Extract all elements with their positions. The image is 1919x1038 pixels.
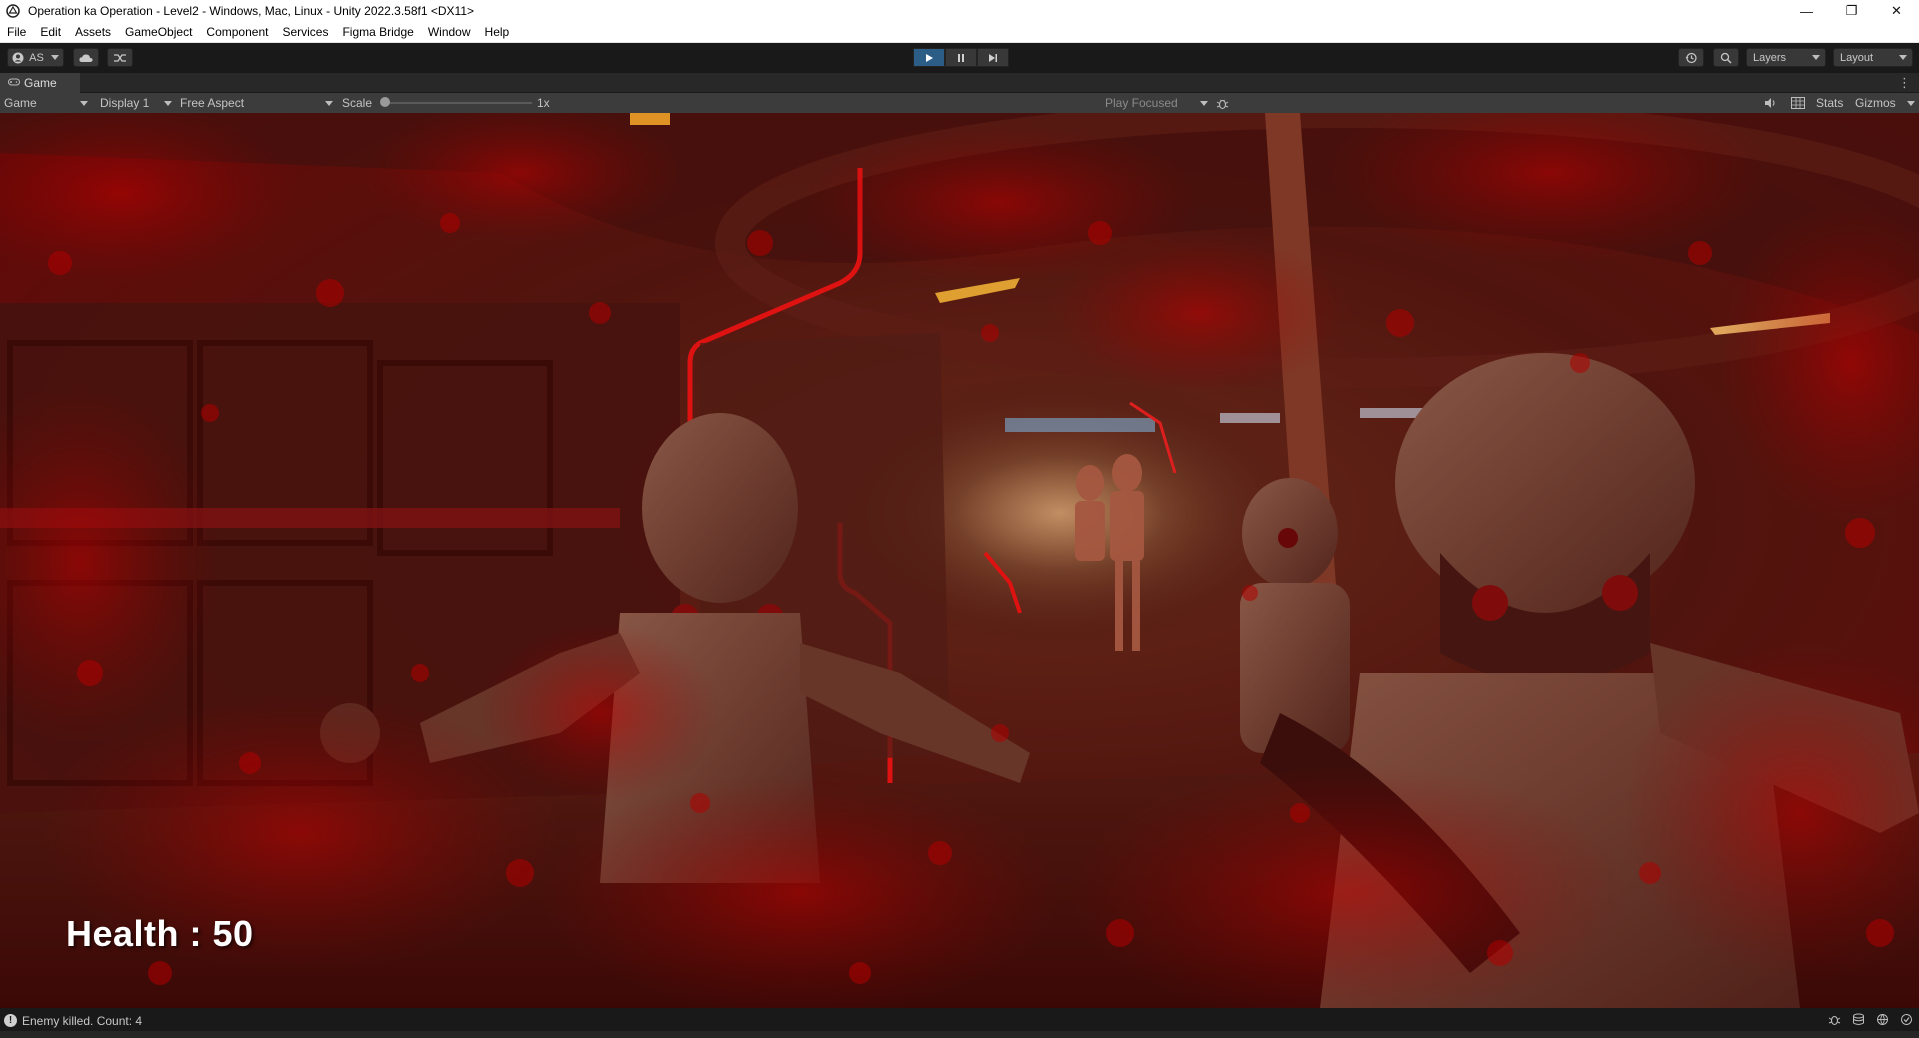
chevron-down-icon bbox=[51, 55, 59, 60]
layout-dropdown[interactable]: Layout bbox=[1833, 48, 1913, 67]
chevron-down-icon bbox=[80, 100, 88, 106]
close-button[interactable]: ✕ bbox=[1874, 0, 1919, 22]
minimize-button[interactable]: — bbox=[1784, 0, 1829, 22]
display-label: Display 1 bbox=[100, 96, 150, 110]
health-readout: Health : 50 bbox=[66, 913, 254, 954]
cloud-button[interactable] bbox=[73, 48, 99, 67]
cloud-icon bbox=[79, 53, 93, 62]
menu-help[interactable]: Help bbox=[478, 22, 517, 43]
step-icon bbox=[989, 53, 997, 62]
gizmos-label: Gizmos bbox=[1855, 96, 1896, 110]
search-icon bbox=[1720, 52, 1732, 64]
menu-figma-bridge[interactable]: Figma Bridge bbox=[335, 22, 420, 43]
menu-bar: File Edit Assets GameObject Component Se… bbox=[0, 22, 1919, 43]
database-icon[interactable] bbox=[1852, 1013, 1865, 1029]
window-title: Operation ka Operation - Level2 - Window… bbox=[28, 4, 475, 18]
game-view-controls: Game Display 1 Free Aspect Scale 1x Play… bbox=[0, 93, 1919, 113]
console-status-bar[interactable]: ! Enemy killed. Count: 4 bbox=[0, 1010, 1919, 1031]
pause-button[interactable] bbox=[945, 48, 977, 67]
play-controls bbox=[913, 48, 1009, 67]
window-title-bar: Operation ka Operation - Level2 - Window… bbox=[0, 0, 1919, 22]
play-mode-label: Play Focused bbox=[1105, 96, 1178, 110]
game-scene-render bbox=[0, 113, 1919, 1008]
account-icon bbox=[12, 52, 24, 63]
gamepad-icon bbox=[8, 77, 20, 89]
chevron-down-icon bbox=[1200, 100, 1208, 106]
pause-icon bbox=[958, 53, 964, 62]
menu-services[interactable]: Services bbox=[275, 22, 335, 43]
stats-button[interactable]: Stats bbox=[1816, 93, 1843, 113]
game-tab-bar: Game ⋮ bbox=[0, 73, 1919, 93]
check-circle-icon[interactable] bbox=[1900, 1013, 1913, 1029]
search-button[interactable] bbox=[1713, 48, 1739, 67]
game-viewport[interactable]: Health : 50 bbox=[0, 113, 1919, 1008]
info-icon: ! bbox=[4, 1014, 17, 1027]
chevron-down-icon bbox=[1812, 55, 1820, 60]
version-control-button[interactable] bbox=[107, 48, 133, 67]
aspect-dropdown[interactable]: Free Aspect bbox=[180, 93, 333, 113]
account-dropdown[interactable]: AS bbox=[7, 48, 64, 67]
maximize-button[interactable]: ❐ bbox=[1829, 0, 1874, 22]
aspect-label: Free Aspect bbox=[180, 96, 245, 110]
play-button[interactable] bbox=[913, 48, 945, 67]
chevron-down-icon bbox=[325, 100, 333, 106]
tab-game[interactable]: Game bbox=[0, 73, 80, 93]
scale-slider-handle[interactable] bbox=[380, 97, 390, 107]
step-button[interactable] bbox=[977, 48, 1009, 67]
branch-icon bbox=[114, 53, 126, 62]
undo-history-button[interactable] bbox=[1678, 48, 1704, 67]
history-icon bbox=[1685, 52, 1697, 63]
window-bottom-edge bbox=[0, 1031, 1919, 1038]
menu-file[interactable]: File bbox=[0, 22, 33, 43]
display-dropdown[interactable]: Display 1 bbox=[100, 93, 172, 113]
tab-game-label: Game bbox=[24, 76, 57, 90]
menu-window[interactable]: Window bbox=[421, 22, 478, 43]
menu-edit[interactable]: Edit bbox=[33, 22, 68, 43]
account-label: AS bbox=[29, 51, 44, 64]
chevron-down-icon bbox=[164, 100, 172, 106]
scale-value: 1x bbox=[537, 96, 550, 110]
unity-logo-icon bbox=[6, 4, 20, 18]
menu-component[interactable]: Component bbox=[199, 22, 275, 43]
layers-label: Layers bbox=[1753, 51, 1787, 64]
debug-bug-icon[interactable] bbox=[1216, 93, 1229, 113]
menu-assets[interactable]: Assets bbox=[68, 22, 118, 43]
more-options-icon[interactable]: ⋮ bbox=[1898, 75, 1911, 91]
grid-icon[interactable] bbox=[1791, 93, 1805, 113]
debug-icon[interactable] bbox=[1828, 1013, 1841, 1029]
view-mode-label: Game bbox=[4, 96, 37, 110]
layout-label: Layout bbox=[1840, 51, 1874, 64]
gizmos-dropdown[interactable]: Gizmos bbox=[1855, 93, 1915, 113]
chevron-down-icon bbox=[1907, 100, 1915, 106]
view-mode-dropdown[interactable]: Game bbox=[4, 93, 88, 113]
layers-dropdown[interactable]: Layers bbox=[1746, 48, 1826, 67]
scale-label: Scale bbox=[342, 96, 373, 110]
status-message[interactable]: Enemy killed. Count: 4 bbox=[22, 1014, 142, 1028]
chevron-down-icon bbox=[1899, 55, 1907, 60]
main-toolbar: AS Layers Layout bbox=[0, 43, 1919, 73]
play-mode-dropdown[interactable]: Play Focused bbox=[1105, 93, 1208, 113]
mute-audio-icon[interactable] bbox=[1764, 93, 1777, 113]
scale-slider-track[interactable] bbox=[383, 102, 532, 104]
play-icon bbox=[926, 53, 933, 62]
network-icon[interactable] bbox=[1876, 1013, 1889, 1029]
menu-gameobject[interactable]: GameObject bbox=[118, 22, 199, 43]
